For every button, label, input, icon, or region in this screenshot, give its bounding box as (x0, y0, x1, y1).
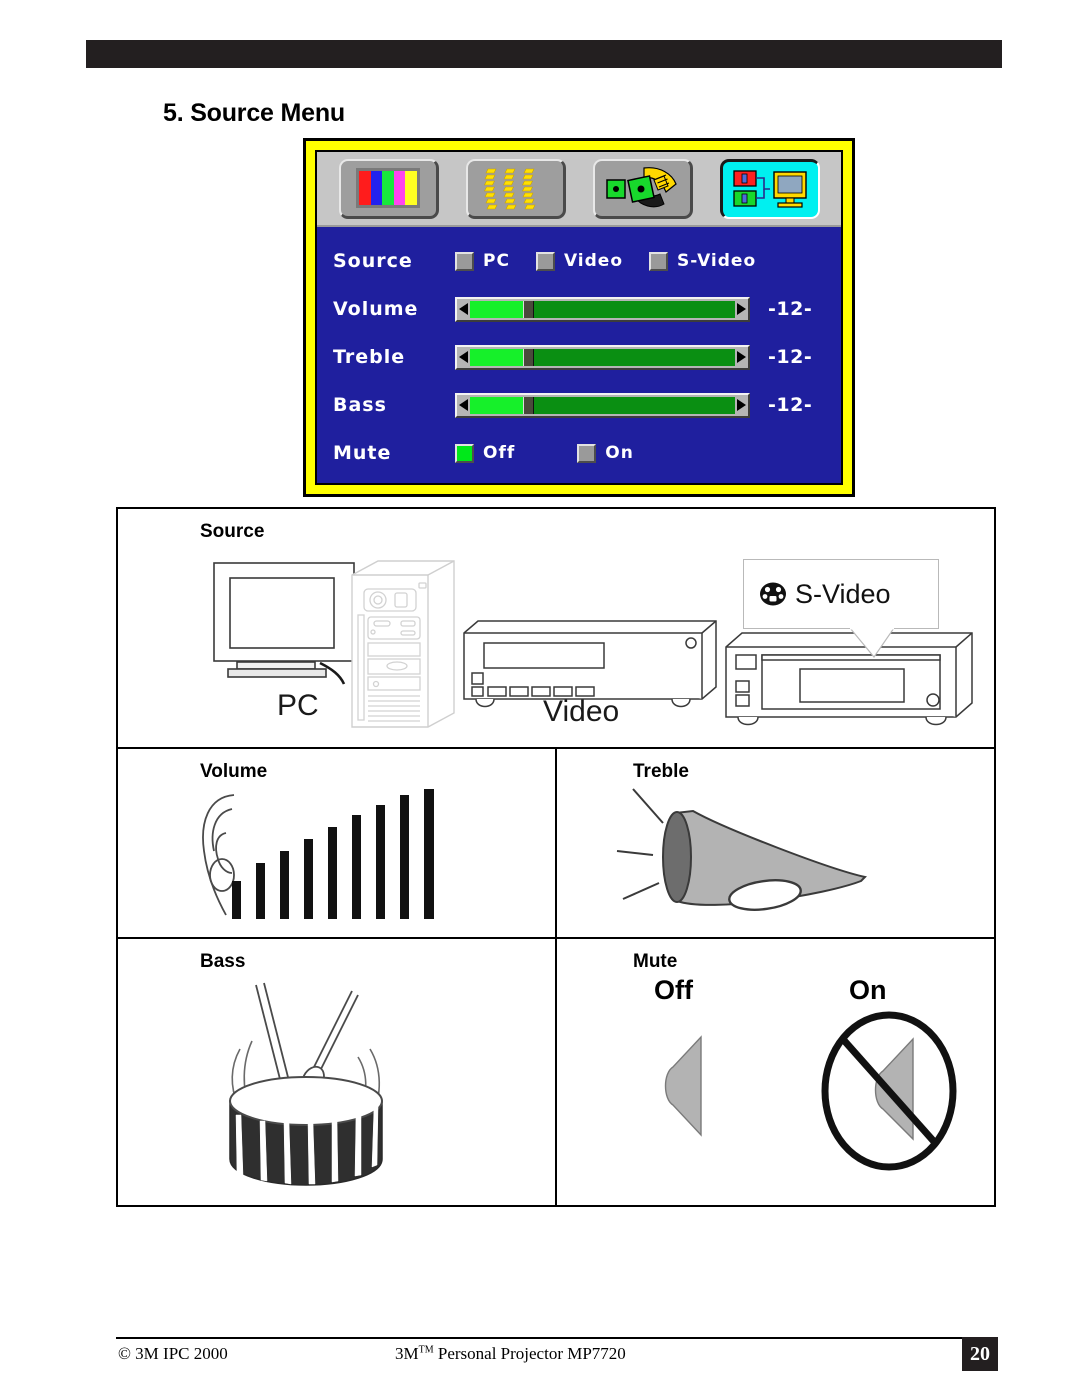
bass-row-label: Bass (333, 394, 387, 416)
osd-menu-body: Source PC Video S-Video Volume -12- Treb… (317, 227, 841, 483)
source-option-pc-label: PC (483, 251, 510, 271)
bass-slider-thumb[interactable] (523, 396, 534, 414)
treble-slider-thumb[interactable] (523, 348, 534, 366)
treble-decrease-arrow-icon[interactable] (459, 351, 468, 363)
bass-value: -12- (768, 394, 813, 416)
bass-increase-arrow-icon[interactable] (737, 399, 746, 411)
volume-treble-row: Volume Treble (118, 749, 994, 939)
color-bars-icon (356, 168, 420, 208)
source-option-video-label: Video (563, 251, 624, 271)
treble-row-label: Treble (333, 346, 406, 368)
page-title: 5. Source Menu (163, 99, 345, 127)
volume-illustration-caption: Volume (200, 761, 268, 782)
bass-drum-illustration (229, 982, 383, 1186)
footer-product-suffix: Personal Projector MP7720 (433, 1344, 626, 1363)
svideo-callout: S-Video (743, 559, 939, 629)
treble-slider[interactable] (455, 344, 750, 370)
callout-tail (849, 628, 895, 658)
footer-trademark-mark: TM (418, 1344, 434, 1356)
osd-row-mute: Mute Off On (333, 429, 827, 477)
bass-mute-row: Bass Mute Off On (118, 939, 994, 1205)
keystone-arrows-icon (484, 168, 536, 210)
source-illustration-cell: Source PC Video S-Video (118, 509, 994, 749)
bass-illustration-cell: Bass (118, 939, 557, 1205)
mute-off-label: Off (654, 975, 693, 1005)
mute-option-off-checkbox[interactable] (455, 443, 474, 463)
volume-slider[interactable] (455, 296, 750, 322)
source-option-video-checkbox[interactable] (535, 251, 555, 271)
volume-slider-fill (470, 300, 523, 318)
footer-product-prefix: 3M (395, 1344, 419, 1363)
osd-row-bass: Bass -12- (333, 381, 827, 429)
osd-row-volume: Volume -12- (333, 285, 827, 333)
svideo-callout-label: S-Video (795, 578, 891, 609)
wrench-tool-icon (606, 167, 677, 208)
osd-tab-strip (317, 152, 841, 227)
volume-slider-track[interactable] (470, 300, 735, 318)
bass-slider-fill (470, 396, 523, 414)
volume-slider-wrap: -12- (455, 296, 813, 322)
source-option-svideo-checkbox[interactable] (649, 251, 669, 271)
source-tab[interactable] (719, 158, 820, 219)
volume-increase-arrow-icon[interactable] (737, 303, 746, 315)
volume-illustration-cell: Volume (118, 749, 557, 937)
bass-slider-track[interactable] (470, 396, 735, 414)
osd-menu-screenshot: Source PC Video S-Video Volume -12- Treb… (303, 138, 855, 497)
speaker-on-icon (664, 1035, 702, 1137)
color-bars-tab[interactable] (338, 158, 439, 219)
footer-copyright: © 3M IPC 2000 (118, 1344, 228, 1363)
footer-rule (116, 1337, 996, 1339)
footer-product: 3MTM Personal Projector MP7720 (395, 1344, 626, 1364)
mute-option-on-label: On (605, 443, 634, 463)
bass-slider[interactable] (455, 392, 750, 418)
mute-illustration-cell: Mute Off On (557, 939, 994, 1205)
mute-on-label: On (849, 975, 887, 1005)
bass-slider-wrap: -12- (455, 392, 813, 418)
treble-slider-fill (470, 348, 523, 366)
illustration-table: Source PC Video S-Video Volume Treble Ba… (116, 507, 996, 1207)
volume-ear-bars-illustration (202, 789, 434, 919)
treble-illustration-cell: Treble (557, 749, 994, 937)
mute-option-on-checkbox[interactable] (577, 443, 597, 463)
source-wiring-icon (733, 170, 807, 208)
treble-slider-track[interactable] (470, 348, 735, 366)
source-option-svideo-label: S-Video (677, 251, 757, 271)
volume-decrease-arrow-icon[interactable] (459, 303, 468, 315)
mute-option-off-label: Off (483, 443, 516, 463)
volume-value: -12- (768, 298, 813, 320)
source-illustration-caption: Source (200, 521, 265, 542)
pc-illustration (213, 560, 455, 728)
bass-illustration-caption: Bass (200, 951, 246, 972)
speaker-muted-icon (821, 1011, 957, 1171)
svideo-connector-icon (760, 582, 786, 606)
osd-row-source: Source PC Video S-Video (333, 237, 827, 285)
mute-illustration-caption: Mute (633, 951, 678, 972)
pc-label: PC (277, 689, 319, 722)
volume-row-label: Volume (333, 298, 419, 320)
osd-yellow-frame: Source PC Video S-Video Volume -12- Treb… (306, 141, 852, 494)
setup-tab[interactable] (592, 158, 693, 219)
keystone-tab[interactable] (465, 158, 566, 219)
source-option-pc-checkbox[interactable] (455, 251, 474, 271)
osd-row-treble: Treble -12- (333, 333, 827, 381)
bass-decrease-arrow-icon[interactable] (459, 399, 468, 411)
video-label: Video (543, 695, 620, 728)
header-black-bar (86, 40, 1002, 68)
footer-page-number: 20 (962, 1337, 998, 1371)
mute-row-label: Mute (333, 442, 392, 464)
treble-increase-arrow-icon[interactable] (737, 351, 746, 363)
osd-inner-frame: Source PC Video S-Video Volume -12- Treb… (315, 150, 843, 485)
treble-megaphone-illustration (616, 788, 867, 911)
volume-slider-thumb[interactable] (523, 300, 534, 318)
source-row-label: Source (333, 250, 413, 272)
treble-slider-wrap: -12- (455, 344, 813, 370)
treble-value: -12- (768, 346, 813, 368)
